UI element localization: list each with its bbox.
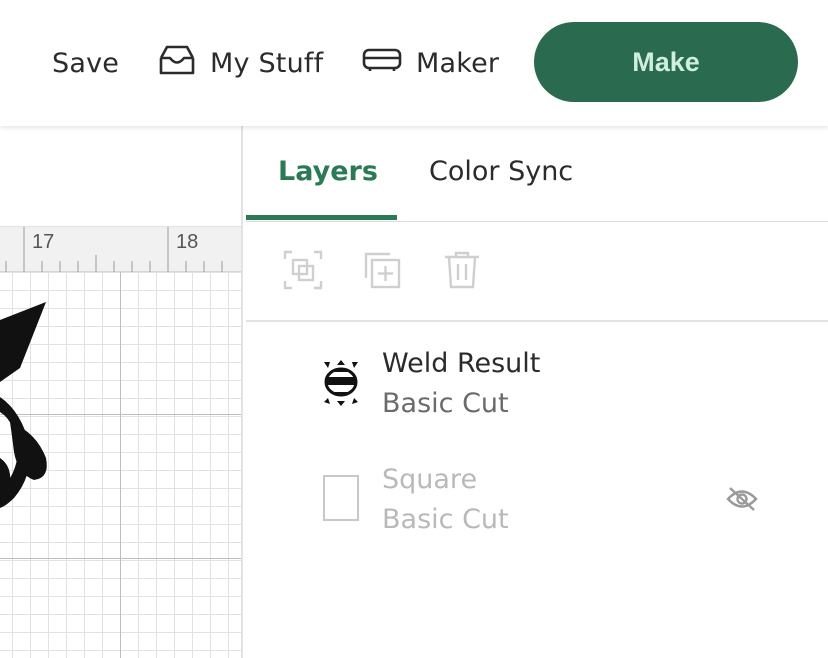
- ruler-label-18: 18: [176, 231, 199, 253]
- my-stuff-label: My Stuff: [210, 47, 324, 79]
- panel-tabs: Layers Color Sync: [246, 126, 828, 222]
- layer-name: Square: [382, 464, 478, 495]
- design-artwork[interactable]: [0, 272, 242, 658]
- cutting-machine-icon: [362, 47, 402, 80]
- maker-button[interactable]: Maker: [362, 43, 499, 83]
- ruler-label-17: 17: [32, 231, 55, 253]
- save-label: Save: [52, 47, 120, 79]
- maker-label: Maker: [416, 47, 500, 79]
- design-canvas[interactable]: 17 18: [0, 126, 242, 658]
- eye-slash-icon[interactable]: [726, 486, 758, 512]
- layer-row-weld-result[interactable]: Weld Result Basic Cut: [246, 332, 828, 442]
- weld-result-thumbnail-icon: [322, 358, 360, 412]
- layer-name: Weld Result: [382, 348, 541, 379]
- my-stuff-button[interactable]: My Stuff: [158, 43, 323, 83]
- group-icon[interactable]: [283, 250, 323, 290]
- panel-divider[interactable]: [241, 126, 243, 658]
- active-tab-indicator: [246, 215, 397, 220]
- layer-type: Basic Cut: [382, 504, 509, 535]
- duplicate-icon[interactable]: [362, 250, 402, 290]
- top-header: Save My Stuff Maker Make: [0, 0, 828, 126]
- layer-type: Basic Cut: [382, 388, 509, 419]
- save-button[interactable]: Save: [52, 43, 119, 83]
- horizontal-ruler: 17 18: [0, 226, 242, 273]
- layer-row-square[interactable]: Square Basic Cut: [246, 448, 828, 558]
- inbox-tray-icon: [158, 44, 196, 83]
- tab-color-sync[interactable]: Color Sync: [429, 156, 573, 187]
- tab-layers[interactable]: Layers: [278, 156, 378, 187]
- layers-panel: Layers Color Sync Weld Result Basic Cut …: [246, 126, 828, 658]
- make-button[interactable]: Make: [534, 22, 798, 102]
- trash-icon[interactable]: [442, 250, 482, 290]
- layer-toolbar: [246, 222, 828, 322]
- square-thumbnail-icon: [322, 474, 360, 526]
